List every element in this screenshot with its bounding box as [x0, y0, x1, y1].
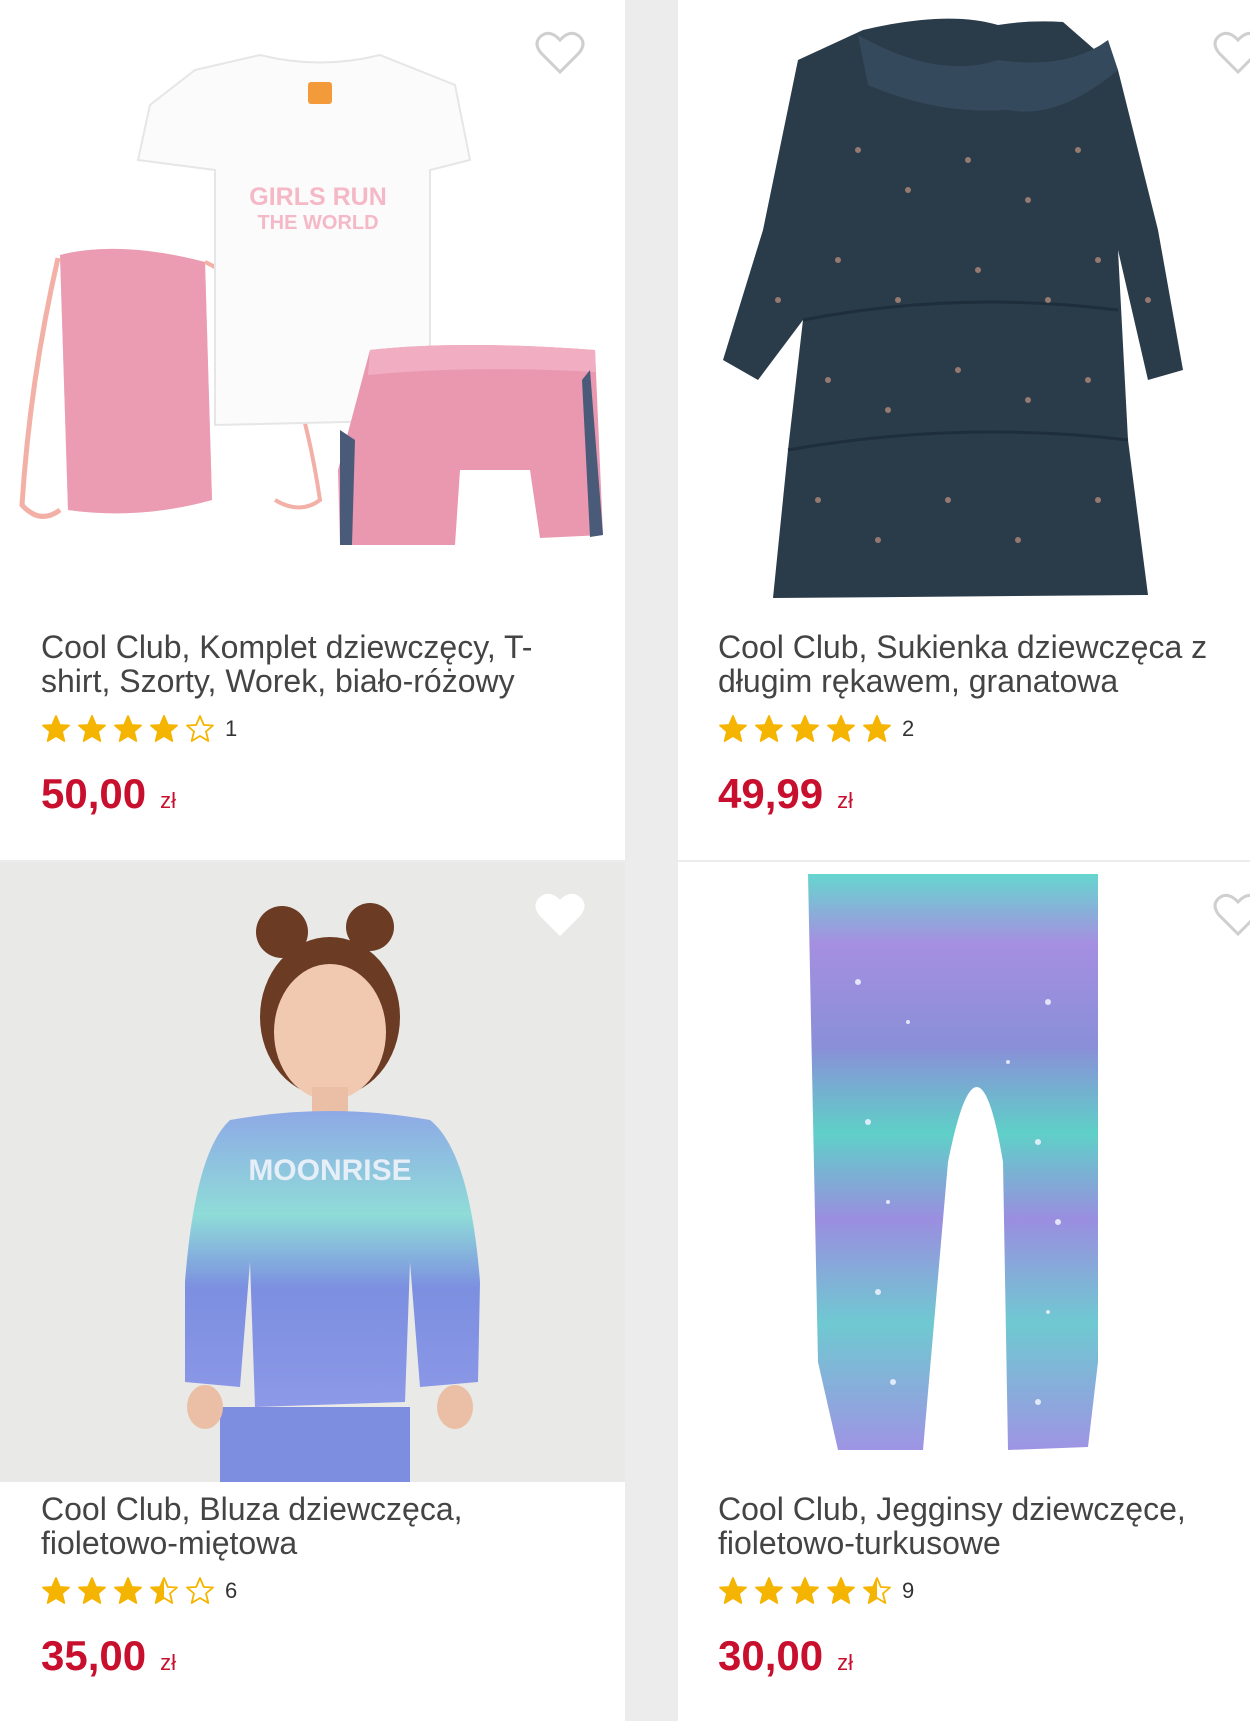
- star-rating: 9: [718, 1576, 914, 1606]
- star-full-icon: [114, 715, 142, 742]
- svg-text:THE WORLD: THE WORLD: [257, 212, 378, 234]
- product-card[interactable]: Cool Club, Jegginsy dziewczęce, fioletow…: [678, 862, 1250, 1721]
- product-image[interactable]: GIRLS RUN THE WORLD: [0, 0, 625, 620]
- price-value: 49,99: [718, 770, 824, 817]
- star-full-icon: [863, 715, 891, 742]
- heart-outline-icon[interactable]: [1213, 30, 1250, 76]
- review-count: 6: [225, 1578, 238, 1603]
- product-title[interactable]: Cool Club, Bluza dziewczęca, fioletowo-m…: [41, 1492, 581, 1560]
- review-count: 9: [902, 1578, 915, 1603]
- star-half-icon: [863, 1577, 891, 1604]
- star-empty-icon: [186, 1577, 214, 1604]
- price-currency: zł: [837, 1650, 853, 1675]
- star-full-icon: [114, 1577, 142, 1604]
- svg-text:GIRLS RUN: GIRLS RUN: [249, 183, 387, 211]
- star-full-icon: [791, 715, 819, 742]
- product-title[interactable]: Cool Club, Komplet dziewczęcy, T-shirt, …: [41, 630, 581, 698]
- review-count: 1: [225, 716, 238, 741]
- product-price: 50,00 zł: [41, 770, 176, 818]
- product-image[interactable]: [678, 0, 1250, 620]
- star-full-icon: [827, 715, 855, 742]
- price-currency: zł: [160, 788, 176, 813]
- star-full-icon: [791, 1577, 819, 1604]
- star-full-icon: [150, 715, 178, 742]
- svg-text:MOONRISE: MOONRISE: [248, 1154, 411, 1187]
- star-rating: 1: [41, 714, 237, 744]
- review-count: 2: [902, 716, 915, 741]
- star-full-icon: [827, 1577, 855, 1604]
- star-full-icon: [78, 715, 106, 742]
- price-currency: zł: [160, 1650, 176, 1675]
- heart-outline-icon[interactable]: [535, 892, 585, 938]
- star-full-icon: [755, 715, 783, 742]
- price-value: 50,00: [41, 770, 147, 817]
- price-value: 30,00: [718, 1632, 824, 1679]
- star-empty-icon: [186, 715, 214, 742]
- heart-outline-icon[interactable]: [535, 30, 585, 76]
- product-price: 30,00 zł: [718, 1632, 853, 1680]
- product-card[interactable]: MOONRISE Cool Club, Bluza dziewczęca, fi…: [0, 862, 625, 1721]
- product-title[interactable]: Cool Club, Jegginsy dziewczęce, fioletow…: [718, 1492, 1238, 1560]
- star-rating: 2: [718, 714, 914, 744]
- star-full-icon: [719, 1577, 747, 1604]
- product-card[interactable]: Cool Club, Sukienka dziewczęca z długim …: [678, 0, 1250, 860]
- heart-outline-icon[interactable]: [1213, 892, 1250, 938]
- product-price: 35,00 zł: [41, 1632, 176, 1680]
- star-full-icon: [42, 1577, 70, 1604]
- product-price: 49,99 zł: [718, 770, 853, 818]
- star-full-icon: [755, 1577, 783, 1604]
- star-full-icon: [78, 1577, 106, 1604]
- star-full-icon: [719, 715, 747, 742]
- star-half-icon: [150, 1577, 178, 1604]
- star-rating: 6: [41, 1576, 237, 1606]
- price-value: 35,00: [41, 1632, 147, 1679]
- product-grid: GIRLS RUN THE WORLD Cool Club, Komplet d…: [0, 0, 1250, 1721]
- product-card[interactable]: GIRLS RUN THE WORLD Cool Club, Komplet d…: [0, 0, 625, 860]
- product-image[interactable]: MOONRISE: [0, 862, 625, 1482]
- star-full-icon: [42, 715, 70, 742]
- product-title[interactable]: Cool Club, Sukienka dziewczęca z długim …: [718, 630, 1238, 698]
- price-currency: zł: [837, 788, 853, 813]
- product-image[interactable]: [678, 862, 1250, 1482]
